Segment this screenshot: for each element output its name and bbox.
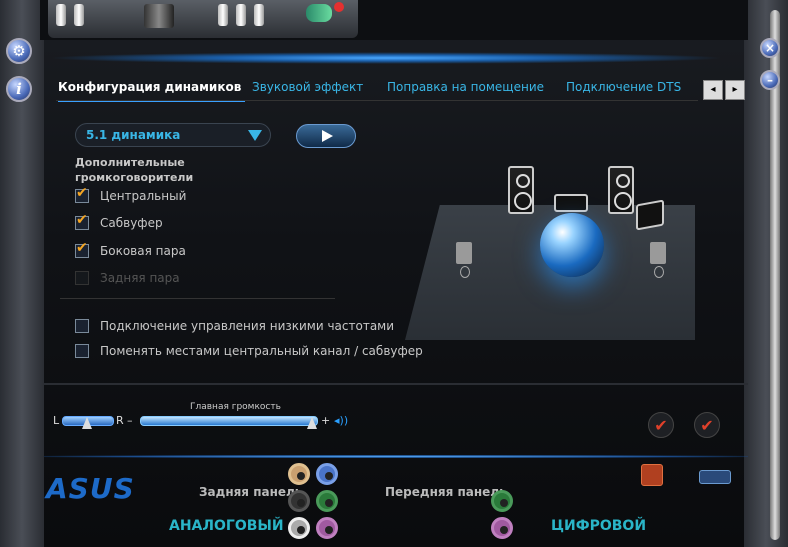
tab-underline xyxy=(56,100,698,101)
checkbox-label: Поменять местами центральный канал / саб… xyxy=(100,344,423,358)
plug-icon xyxy=(218,4,228,26)
checkbox-box[interactable] xyxy=(75,344,89,358)
connector-settings-icon[interactable] xyxy=(641,464,663,486)
side-right-speaker-icon[interactable] xyxy=(650,242,666,278)
checkbox-box xyxy=(75,271,89,285)
side-left-speaker-icon[interactable] xyxy=(456,242,472,278)
plug-icon xyxy=(56,4,66,26)
checkbox-box[interactable] xyxy=(75,240,89,258)
jack-pink-icon[interactable] xyxy=(316,517,338,539)
checkbox-swap-center-sub[interactable]: Поменять местами центральный канал / саб… xyxy=(75,342,423,360)
jack-orange-icon[interactable] xyxy=(288,463,310,485)
section-divider xyxy=(44,383,748,385)
apply-check-icon[interactable]: ✔ xyxy=(648,412,674,438)
rear-panel-label: Задняя панель xyxy=(199,485,303,499)
audio-manager-window: ⚙ i × – Конфигурация динамиков Звуковой … xyxy=(0,0,788,547)
checkbox-center[interactable]: Центральный xyxy=(75,185,187,205)
front-left-speaker-icon[interactable] xyxy=(508,166,534,214)
front-jack-pink-icon[interactable] xyxy=(491,517,513,539)
front-jack-green-icon[interactable] xyxy=(491,490,513,512)
digital-label: ЦИФРОВОЙ xyxy=(551,518,647,534)
tab-dts-connect[interactable]: Подключение DTS xyxy=(566,74,681,100)
speaker-config-value: 5.1 динамика xyxy=(86,128,181,142)
volume-plus-icon: + xyxy=(321,414,331,427)
device-jacks-strip[interactable] xyxy=(48,0,358,38)
info-icon[interactable]: i xyxy=(6,76,32,102)
front-panel-label: Передняя панель xyxy=(385,485,507,499)
jack-blue-icon[interactable] xyxy=(316,463,338,485)
analog-label: АНАЛОГОВЫЙ xyxy=(169,518,284,534)
checkbox-rear-pair: Задняя пара xyxy=(75,269,180,287)
balance-left-label: L xyxy=(53,414,60,427)
status-dot-icon xyxy=(334,2,344,12)
divider xyxy=(60,298,335,299)
settings-gear-icon[interactable]: ⚙ xyxy=(6,38,32,64)
plug-icon xyxy=(236,4,246,26)
bottom-glow xyxy=(44,455,748,458)
checkbox-subwoofer[interactable]: Сабвуфер xyxy=(75,212,163,232)
asus-logo: ASUS xyxy=(46,472,135,505)
listener-orb xyxy=(540,213,604,277)
checkbox-bass-management[interactable]: Подключение управления низкими частотами xyxy=(75,317,394,335)
checkbox-side-pair[interactable]: Боковая пара xyxy=(75,240,186,260)
tab-sound-effect[interactable]: Звуковой эффект xyxy=(252,74,363,100)
front-right-speaker-icon[interactable] xyxy=(608,166,634,214)
tab-scroll: ◂ ▸ xyxy=(703,80,745,100)
volume-minus-icon: – xyxy=(127,414,133,427)
jack-gray-icon[interactable] xyxy=(288,517,310,539)
plug-icon xyxy=(74,4,84,26)
checkbox-label: Подключение управления низкими частотами xyxy=(100,319,395,333)
tab-scroll-left-icon[interactable]: ◂ xyxy=(703,80,723,100)
jack-green-icon[interactable] xyxy=(316,490,338,512)
tab-speaker-config[interactable]: Конфигурация динамиков xyxy=(58,74,246,102)
checkbox-label: Задняя пара xyxy=(100,271,180,285)
checkbox-label: Сабвуфер xyxy=(100,216,163,230)
subwoofer-icon[interactable] xyxy=(636,199,664,231)
headset-icon xyxy=(306,4,332,22)
tab-scroll-right-icon[interactable]: ▸ xyxy=(725,80,745,100)
volume-thumb[interactable] xyxy=(307,417,318,429)
tab-bar: Конфигурация динамиков Звуковой эффект П… xyxy=(56,74,696,102)
master-volume-label: Главная громкость xyxy=(190,402,281,412)
play-test-button[interactable] xyxy=(296,124,356,148)
speaker-config-select[interactable]: 5.1 динамика xyxy=(75,123,271,147)
balance-right-label: R xyxy=(116,414,124,427)
wrench-icon[interactable] xyxy=(699,470,731,484)
checkbox-box[interactable] xyxy=(75,212,89,230)
checkbox-box[interactable] xyxy=(75,319,89,333)
chevron-down-icon xyxy=(248,130,262,141)
jack-black-icon[interactable] xyxy=(288,490,310,512)
master-volume-slider[interactable] xyxy=(140,416,318,426)
center-speaker-icon[interactable] xyxy=(554,194,588,212)
close-icon[interactable]: × xyxy=(760,38,780,58)
tab-room-correction[interactable]: Поправка на помещение xyxy=(387,74,544,100)
device-icon xyxy=(144,4,174,28)
extra-speakers-label: Дополнительные громкоговорители xyxy=(75,156,194,184)
minimize-icon[interactable]: – xyxy=(760,70,780,90)
speaker-volume-icon[interactable]: ◂)) xyxy=(334,414,348,427)
checkbox-label: Центральный xyxy=(100,189,187,203)
plug-icon xyxy=(254,4,264,26)
checkbox-label: Боковая пара xyxy=(100,244,186,258)
top-glow xyxy=(48,52,724,64)
mute-check-icon[interactable]: ✔ xyxy=(694,412,720,438)
balance-thumb[interactable] xyxy=(82,417,92,429)
checkbox-box[interactable] xyxy=(75,185,89,203)
